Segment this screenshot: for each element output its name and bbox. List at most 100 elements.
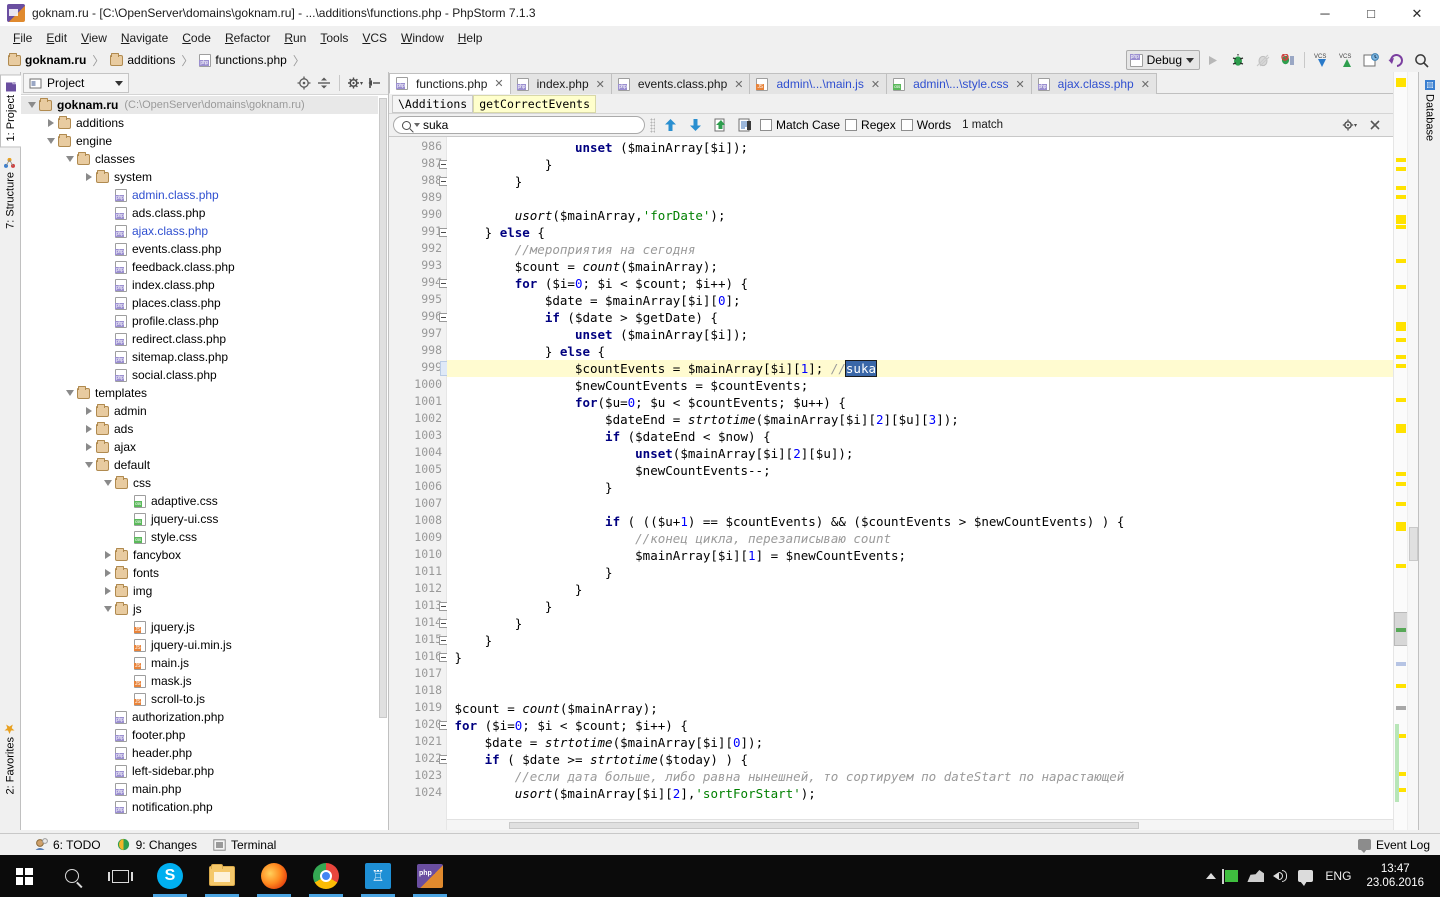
code-line[interactable]: for($u=0; $u < $countEvents; $u++) { (447, 394, 846, 411)
tree-expander[interactable] (82, 420, 96, 438)
tree-node-events-class-php[interactable]: events.class.php (21, 240, 388, 258)
tree-node-jquery-ui-css[interactable]: jquery-ui.css (21, 510, 388, 528)
tree-expander[interactable] (101, 798, 115, 816)
task-view-button[interactable] (96, 855, 144, 897)
stripe-scroll-thumb[interactable] (1394, 612, 1408, 646)
tree-expander[interactable] (82, 456, 96, 474)
tree-expander[interactable] (120, 654, 134, 672)
code-line[interactable]: $date = $mainArray[$i][0]; (447, 292, 741, 309)
stripe-marker[interactable] (1396, 522, 1406, 531)
tree-node-engine[interactable]: engine (21, 132, 388, 150)
find-settings-button[interactable] (1339, 115, 1359, 135)
editor-tab-ajax-class-php[interactable]: ajax.class.php ✕ (1030, 73, 1157, 94)
code-line[interactable]: //если дата больше, либо равна нынешней,… (447, 768, 1125, 785)
collapse-all-icon[interactable] (315, 74, 333, 92)
stripe-marker[interactable] (1396, 424, 1406, 433)
stripe-marker[interactable] (1396, 322, 1406, 331)
close-find-button[interactable] (1365, 115, 1385, 135)
rollback-button[interactable] (1384, 49, 1409, 71)
tree-node-index-class-php[interactable]: index.class.php (21, 276, 388, 294)
code-line[interactable]: } (447, 156, 553, 173)
error-stripe-marker-track[interactable] (1393, 72, 1408, 830)
code-line[interactable]: } (447, 632, 493, 649)
vcs-commit-button[interactable]: VCS (1334, 49, 1359, 71)
vcs-update-button[interactable]: VCS (1309, 49, 1334, 71)
code-line[interactable]: if ($date > $getDate) { (447, 309, 718, 326)
tree-expander[interactable] (63, 150, 77, 168)
close-button[interactable]: ✕ (1394, 0, 1440, 27)
tree-expander[interactable] (120, 672, 134, 690)
tree-node-ads[interactable]: ads (21, 420, 388, 438)
editor-tab-index-php[interactable]: index.php ✕ (509, 73, 612, 94)
tree-expander[interactable] (101, 582, 115, 600)
code-line[interactable]: //мероприятия на сегодня (447, 241, 696, 258)
tree-expander[interactable] (25, 96, 39, 114)
language-indicator[interactable]: ENG (1322, 869, 1351, 883)
tree-node-jquery-js[interactable]: jquery.js (21, 618, 388, 636)
taskbar-app-skype[interactable]: S (144, 855, 196, 897)
editor-tab-events-class-php[interactable]: events.class.php ✕ (610, 73, 751, 94)
tree-expander[interactable] (101, 600, 115, 618)
tree-expander[interactable] (101, 276, 115, 294)
tree-node-social-class-php[interactable]: social.class.php (21, 366, 388, 384)
taskbar-app-vikunja[interactable]: ♖ (352, 855, 404, 897)
taskbar-app-chrome[interactable] (300, 855, 352, 897)
event-log-button[interactable]: Event Log (1357, 838, 1440, 853)
scrollbar-thumb[interactable] (379, 98, 387, 718)
stripe-marker[interactable] (1396, 167, 1406, 171)
tree-node-sitemap-class-php[interactable]: sitemap.class.php (21, 348, 388, 366)
tree-expander[interactable] (101, 546, 115, 564)
code-editor[interactable]: 986 987 988 989 990 991 992 993 994 995 996 997 998 9… (389, 137, 1393, 830)
menu-code[interactable]: Code (175, 29, 218, 47)
tree-expander[interactable] (101, 780, 115, 798)
breadcrumb-item-additions[interactable]: additions (108, 52, 177, 68)
close-icon[interactable]: ✕ (494, 77, 503, 90)
close-icon[interactable]: ✕ (596, 78, 605, 91)
show-hidden-icons-button[interactable] (1206, 873, 1217, 879)
tree-node-left-sidebar-php[interactable]: left-sidebar.php (21, 762, 388, 780)
code-line[interactable]: $date = strtotime($mainArray[$i][0]); (447, 734, 763, 751)
code-line[interactable]: } else { (447, 224, 545, 241)
code-line[interactable]: } (447, 649, 463, 666)
tree-expander[interactable] (82, 438, 96, 456)
code-line[interactable]: if ( (($u+1) == $countEvents) && ($count… (447, 513, 1124, 530)
tree-node-redirect-class-php[interactable]: redirect.class.php (21, 330, 388, 348)
tree-node-main-php[interactable]: main.php (21, 780, 388, 798)
debug-button[interactable] (1225, 49, 1250, 71)
close-icon[interactable]: ✕ (1015, 78, 1024, 91)
minimize-button[interactable]: ─ (1302, 0, 1348, 27)
tree-node-templates[interactable]: templates (21, 384, 388, 402)
tool-rail-2--favorites[interactable]: 2: Favorites (0, 717, 21, 799)
tree-expander[interactable] (63, 384, 77, 402)
code-line[interactable]: usort($mainArray[$i][2],'sortForStart'); (447, 785, 816, 802)
menu-file[interactable]: File (6, 29, 39, 47)
tree-expander[interactable] (101, 366, 115, 384)
tree-node-img[interactable]: img (21, 582, 388, 600)
chevron-down-icon[interactable] (414, 123, 420, 127)
tree-node-css[interactable]: css (21, 474, 388, 492)
words-checkbox[interactable]: Words (900, 118, 951, 132)
tree-expander[interactable] (101, 744, 115, 762)
stop-button[interactable] (1275, 49, 1300, 71)
code-line[interactable]: unset ($mainArray[$i]); (447, 139, 748, 156)
breadcrumb-item-functions-php[interactable]: functions.php (197, 52, 288, 68)
tree-node-additions[interactable]: additions (21, 114, 388, 132)
tree-expander[interactable] (101, 708, 115, 726)
stripe-marker[interactable] (1396, 259, 1406, 263)
code-line[interactable]: } else { (447, 343, 605, 360)
editor-tab-functions-php[interactable]: functions.php ✕ (389, 73, 511, 94)
code-line[interactable]: for ($i=0; $i < $count; $i++) { (447, 717, 688, 734)
tree-expander[interactable] (120, 492, 134, 510)
taskbar-app-explorer[interactable] (196, 855, 248, 897)
maximize-button[interactable]: □ (1348, 0, 1394, 27)
tree-expander[interactable] (120, 618, 134, 636)
context-chip--additions[interactable]: \Additions (392, 94, 474, 113)
menu-view[interactable]: View (74, 29, 114, 47)
tree-node-admin[interactable]: admin (21, 402, 388, 420)
code-line[interactable]: } (447, 581, 583, 598)
scrollbar-thumb[interactable] (509, 822, 1139, 829)
tree-node-ads-class-php[interactable]: ads.class.php (21, 204, 388, 222)
code-line[interactable]: unset ($mainArray[$i]); (447, 326, 748, 343)
search-input[interactable]: suka (393, 116, 645, 134)
code-line[interactable]: //конец цикла, перезаписываю count (447, 530, 891, 547)
